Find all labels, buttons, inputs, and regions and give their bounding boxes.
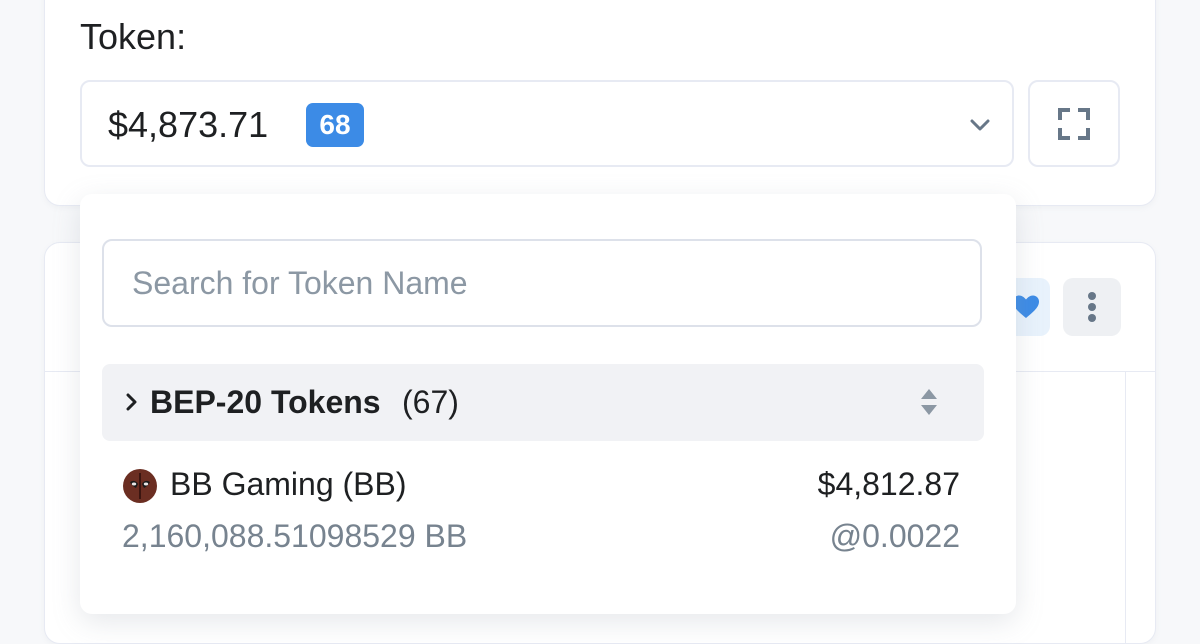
token-value: $4,812.87 [817, 466, 960, 502]
expand-button[interactable] [1028, 80, 1120, 167]
token-dropdown-menu: BEP-20 Tokens (67) BB Gaming (BB) $4,812… [80, 194, 1016, 614]
more-options-button[interactable] [1063, 278, 1121, 336]
token-price: @0.0022 [829, 518, 960, 554]
heart-icon [1013, 295, 1039, 318]
token-group-count: (67) [402, 384, 459, 420]
token-quantity: 2,160,088.51098529 BB [122, 518, 468, 554]
token-count-badge: 68 [306, 103, 364, 147]
token-group-header[interactable]: BEP-20 Tokens (67) [102, 364, 984, 441]
bb-gaming-logo-icon [123, 469, 157, 503]
token-name: BB Gaming (BB) [170, 466, 407, 502]
token-total-value: $4,873.71 [108, 104, 269, 145]
expand-icon [1058, 108, 1090, 140]
card-inner-divider [1125, 372, 1126, 643]
chevron-down-icon [970, 119, 990, 131]
token-group-title: BEP-20 Tokens [150, 384, 381, 420]
sort-icon[interactable] [918, 386, 940, 418]
token-list-item[interactable]: BB Gaming (BB) $4,812.87 2,160,088.51098… [102, 456, 984, 566]
chevron-right-icon [126, 393, 137, 411]
token-dropdown-toggle[interactable]: $4,873.71 68 [80, 80, 1014, 167]
more-vertical-icon [1088, 292, 1096, 322]
token-label: Token: [80, 16, 187, 57]
token-search-input[interactable] [102, 239, 982, 327]
